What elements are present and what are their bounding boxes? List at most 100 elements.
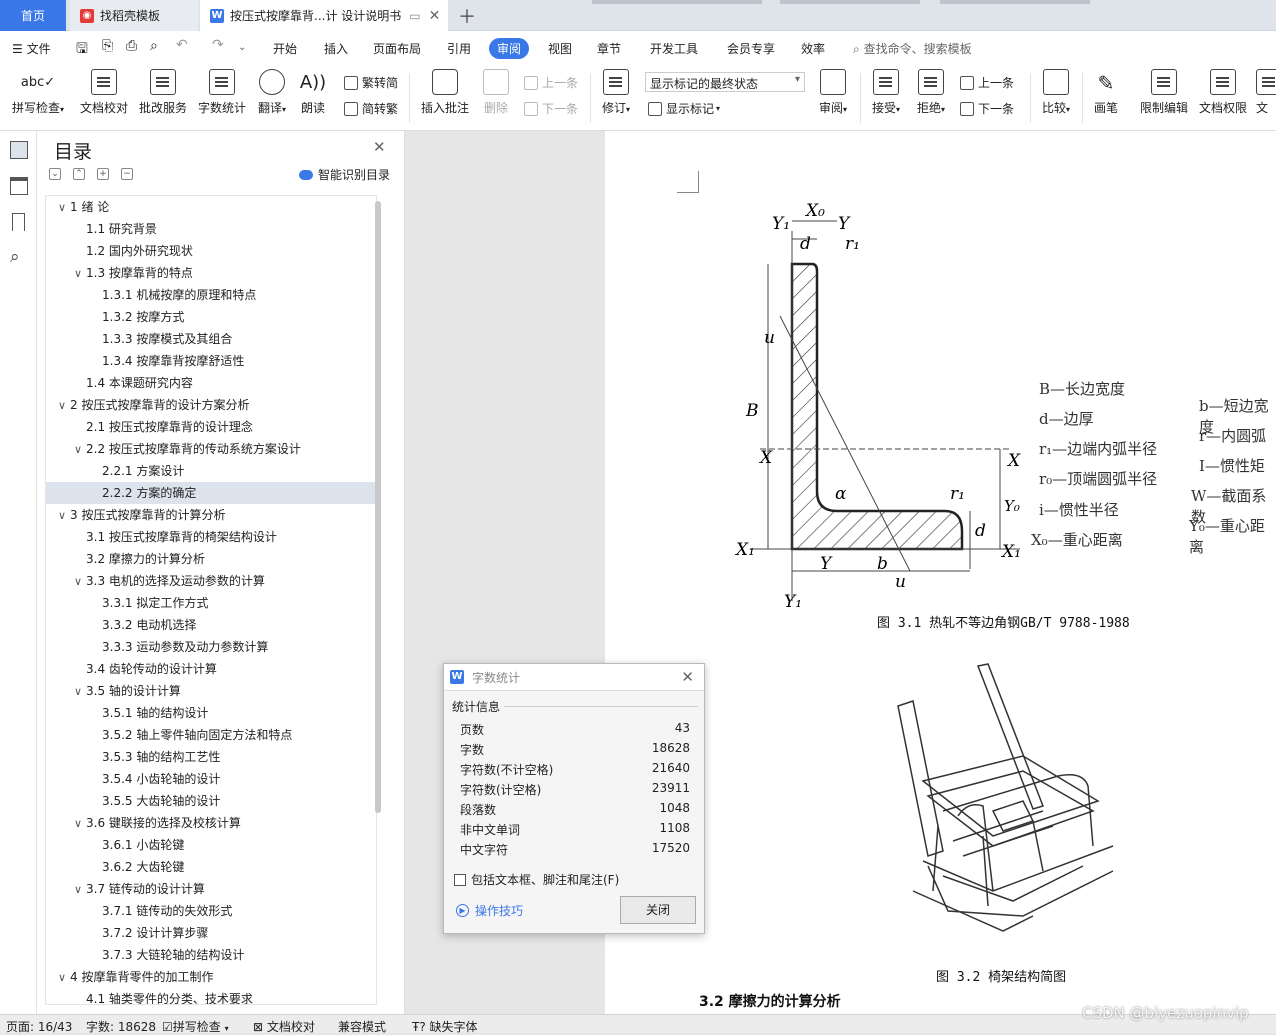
toc-item[interactable]: 1.3.3 按摩模式及其组合 [46,328,376,350]
tips-link[interactable]: ▶ 操作技巧 [456,902,523,919]
pen-button[interactable]: ✎ 画笔 [1090,69,1122,116]
export-icon[interactable]: ⎘ [102,38,113,54]
bookmark-icon[interactable] [12,213,25,231]
toc-item[interactable]: 1.3.2 按摩方式 [46,306,376,328]
menu-member[interactable]: 会员专享 [727,40,775,57]
chevron-down-icon[interactable]: ∨ [74,263,86,285]
toc-item[interactable]: 3.5.2 轴上零件轴向固定方法和特点 [46,724,376,746]
toc-item[interactable]: 3.7.1 链传动的失效形式 [46,900,376,922]
toc-item[interactable]: 3.5.1 轴的结构设计 [46,702,376,724]
reject-button[interactable]: 拒绝▾ [913,69,949,116]
menu-page-layout[interactable]: 页面布局 [373,40,421,57]
read-aloud-button[interactable]: A)) 朗读 [298,69,328,116]
toc-item[interactable]: 3.3.2 电动机选择 [46,614,376,636]
menu-start[interactable]: 开始 [273,40,297,57]
accept-button[interactable]: 接受▾ [868,69,904,116]
trad-to-simp-button[interactable]: 繁转简 [344,74,398,91]
toc-item[interactable]: ∨ 4 按摩靠背零件的加工制作 [46,966,376,988]
chevron-down-icon[interactable]: ∨ [58,395,70,417]
menu-efficiency[interactable]: 效率 [801,40,825,57]
prev-comment-button[interactable]: 上一条 [524,74,578,91]
toc-item[interactable]: 3.2 摩擦力的计算分析 [46,548,376,570]
translate-button[interactable]: 翻译▾ [254,69,290,116]
word-count-indicator[interactable]: 字数: 18628 [86,1018,156,1035]
toc-item[interactable]: ∨ 2 按压式按摩靠背的设计方案分析 [46,394,376,416]
smart-toc-button[interactable]: 智能识别目录 [299,166,390,183]
menu-view[interactable]: 视图 [548,40,572,57]
next-comment-button[interactable]: 下一条 [524,100,578,117]
window-icon[interactable]: ▭ [409,9,420,23]
menu-references[interactable]: 引用 [447,40,471,57]
toc-panel-icon[interactable] [10,141,28,159]
page-indicator[interactable]: 页面: 16/43 [6,1018,72,1035]
menu-file[interactable]: ☰ 文件 [12,40,51,57]
include-textbox-checkbox[interactable]: 包括文本框、脚注和尾注(F) [454,871,619,888]
toc-item[interactable]: 3.6.1 小齿轮键 [46,834,376,856]
status-spell-check[interactable]: ☑拼写检查 ▾ [162,1018,229,1035]
restrict-edit-button[interactable]: 限制编辑 [1138,69,1190,116]
toc-item[interactable]: 3.3.3 运动参数及动力参数计算 [46,636,376,658]
search-icon[interactable]: ⌕ [10,249,28,267]
tab-document[interactable]: W 按压式按摩靠背...计 设计说明书 ▭ ✕ [200,0,448,31]
simp-to-trad-button[interactable]: 简转繁 [344,100,398,117]
collapse-all-icon[interactable]: ⌄ [49,168,61,180]
toc-item[interactable]: 3.7.2 设计计算步骤 [46,922,376,944]
tab-close-icon[interactable]: ✕ [429,8,441,24]
add-item-icon[interactable]: + [97,168,109,180]
toc-item[interactable]: 1.3.1 机械按摩的原理和特点 [46,284,376,306]
toc-item[interactable]: 2.2.2 方案的确定 [46,482,376,504]
tab-home[interactable]: 首页 [0,0,66,31]
toc-item[interactable]: 3.1 按压式按摩靠背的椅架结构设计 [46,526,376,548]
chevron-down-icon[interactable]: ∨ [74,813,86,835]
menu-chapter[interactable]: 章节 [597,40,621,57]
toc-item[interactable]: 2.1 按压式按摩靠背的设计理念 [46,416,376,438]
toc-item[interactable]: 1.2 国内外研究现状 [46,240,376,262]
redo-icon[interactable]: ↷ [212,37,224,53]
toc-item[interactable]: ∨ 3.6 键联接的选择及校核计算 [46,812,376,834]
spell-check-button[interactable]: abc✓ 拼写检查▾ [8,69,68,116]
toc-item[interactable]: 1.1 研究背景 [46,218,376,240]
doc-proof-button[interactable]: 文档校对 [78,69,130,116]
toc-item[interactable]: ∨ 3.3 电机的选择及运动参数的计算 [46,570,376,592]
toc-item[interactable]: 3.7.3 大链轮轴的结构设计 [46,944,376,966]
toc-item[interactable]: ∨ 1.3 按摩靠背的特点 [46,262,376,284]
annotation-service-button[interactable]: 批改服务 [137,69,189,116]
next-change-button[interactable]: 下一条 [960,100,1014,117]
markup-state-select[interactable]: 显示标记的最终状态 [645,72,805,92]
toc-item[interactable]: 3.5.3 轴的结构工艺性 [46,746,376,768]
remove-item-icon[interactable]: − [121,168,133,180]
chevron-down-icon[interactable]: ⌄ [238,42,246,53]
new-tab-button[interactable]: ＋ [452,0,482,31]
undo-icon[interactable]: ↶ [176,37,188,53]
chapter-nav-icon[interactable] [10,177,28,195]
save-icon[interactable]: 🖫 [76,38,88,62]
print-icon[interactable]: ⎙ [126,38,137,54]
document-page[interactable]: X₀ Y₁ Y d r₁ u B X X X₁ X₁ α r₁ d Y₀ Y b… [605,131,1276,1014]
more-ribbon-button[interactable]: 文 [1256,69,1276,116]
compare-button[interactable]: 比较▾ [1038,69,1074,116]
close-icon[interactable]: ✕ [373,138,386,156]
chevron-down-icon[interactable]: ∨ [58,505,70,527]
command-search[interactable]: ⌕ 查找命令、搜索模板 [853,40,972,57]
toc-item[interactable]: ∨ 3.7 链传动的设计计算 [46,878,376,900]
toc-item[interactable]: 1.3.4 按摩靠背按摩舒适性 [46,350,376,372]
toc-scrollbar[interactable] [375,201,381,813]
chevron-down-icon[interactable]: ∨ [74,439,86,461]
chevron-down-icon[interactable]: ∨ [58,967,70,989]
toc-item[interactable]: 3.5.5 大齿轮轴的设计 [46,790,376,812]
toc-item[interactable]: 4.1 轴类零件的分类、技术要求 [46,988,376,1004]
toc-item[interactable]: ∨ 1 绪 论 [46,196,376,218]
word-count-button[interactable]: 字数统计 [196,69,248,116]
review-pane-button[interactable]: 审阅▾ [815,69,851,116]
toc-item[interactable]: ∨ 3 按压式按摩靠背的计算分析 [46,504,376,526]
menu-review[interactable]: 审阅 [489,38,530,59]
toc-item[interactable]: 3.4 齿轮传动的设计计算 [46,658,376,680]
status-doc-proof[interactable]: ⊠ 文档校对 [253,1018,315,1035]
expand-up-icon[interactable]: ⌃ [73,168,85,180]
toc-item[interactable]: 3.3.1 拟定工作方式 [46,592,376,614]
prev-change-button[interactable]: 上一条 [960,74,1014,91]
show-markup-button[interactable]: 显示标记 ▾ [648,100,720,117]
chevron-down-icon[interactable]: ∨ [74,571,86,593]
print-preview-icon[interactable]: ⌕ [150,38,158,54]
toc-item[interactable]: 3.6.2 大齿轮键 [46,856,376,878]
